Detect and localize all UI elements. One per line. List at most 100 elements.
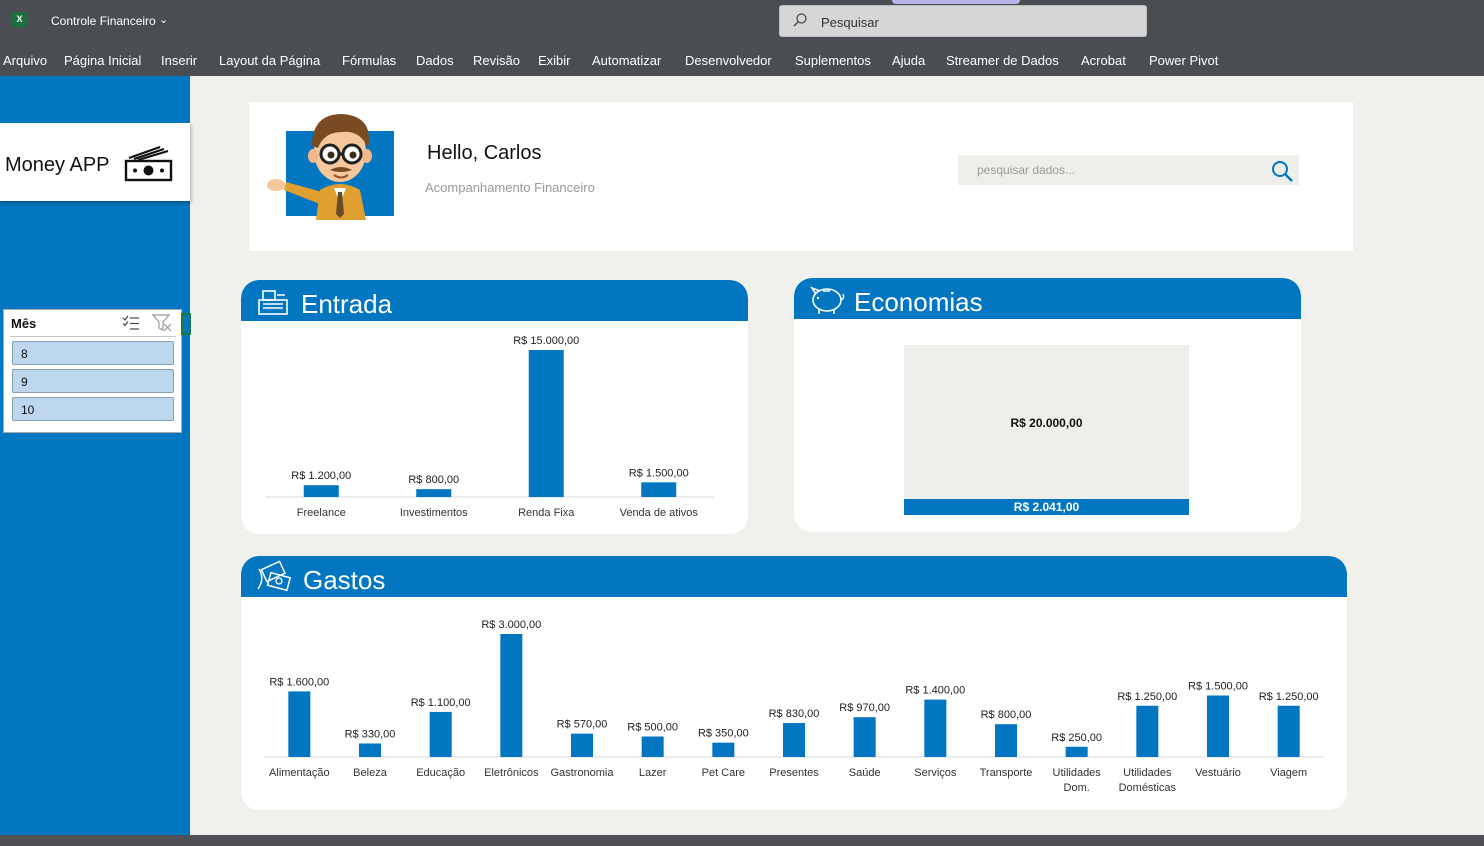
data-label: R$ 3.000,00 bbox=[481, 619, 541, 631]
data-label: R$ 1.250,00 bbox=[1259, 691, 1319, 703]
savings-current-label: R$ 2.041,00 bbox=[1013, 500, 1080, 514]
data-search-input[interactable]: pesquisar dados... bbox=[958, 155, 1299, 185]
economias-panel: Economias R$ 20.000,00 R$ 2.041,00 bbox=[794, 278, 1301, 532]
category-label: Viagem bbox=[1270, 767, 1307, 779]
tab-layout-da-pagina[interactable]: Layout da Página bbox=[219, 53, 320, 68]
clear-filter-icon[interactable] bbox=[152, 314, 172, 332]
data-label: R$ 1.500,00 bbox=[629, 467, 689, 479]
bar bbox=[416, 489, 452, 497]
data-label: R$ 970,00 bbox=[839, 702, 890, 714]
gastos-panel: Gastos R$ 1.600,00 Alimentação R$ 330,00 Be… bbox=[241, 556, 1347, 810]
search-icon bbox=[793, 13, 807, 27]
tab-acrobat[interactable]: Acrobat bbox=[1081, 53, 1126, 68]
data-label: R$ 830,00 bbox=[769, 708, 820, 720]
bar bbox=[1136, 705, 1159, 757]
tab-exibir[interactable]: Exibir bbox=[538, 53, 571, 68]
category-label: Eletrônicos bbox=[484, 767, 539, 779]
bar bbox=[1065, 746, 1088, 757]
tab-inserir[interactable]: Inserir bbox=[161, 53, 197, 68]
data-label: R$ 800,00 bbox=[408, 474, 459, 486]
economias-title: Economias bbox=[854, 287, 983, 317]
bar bbox=[303, 485, 339, 497]
copilot-accent bbox=[892, 0, 1020, 4]
tab-ajuda[interactable]: Ajuda bbox=[892, 53, 925, 68]
tab-power-pivot[interactable]: Power Pivot bbox=[1149, 53, 1218, 68]
slicer-item-10[interactable]: 10 bbox=[12, 397, 174, 421]
month-slicer: Mês 8 9 10 bbox=[3, 309, 182, 433]
tab-arquivo[interactable]: Arquivo bbox=[3, 53, 47, 68]
money-icon bbox=[124, 145, 173, 182]
category-label: Alimentação bbox=[269, 767, 330, 779]
savings-goal-chart: R$ 20.000,00 R$ 2.041,00 bbox=[904, 345, 1189, 515]
bar bbox=[641, 736, 664, 757]
category-label: Educação bbox=[416, 767, 465, 779]
data-label: R$ 1.600,00 bbox=[269, 676, 329, 688]
slicer-title: Mês bbox=[11, 316, 37, 331]
category-label: Vestuário bbox=[1195, 767, 1241, 779]
tab-revisao[interactable]: Revisão bbox=[473, 53, 520, 68]
category-label: Transporte bbox=[980, 767, 1033, 779]
entrada-chart: R$ 1.200,00 Freelance R$ 800,00 Investiment… bbox=[265, 335, 715, 519]
category-label: Utilidades bbox=[1123, 767, 1172, 779]
category-label: Gastronomia bbox=[551, 767, 615, 779]
category-label: Investimentos bbox=[400, 507, 468, 519]
app-name: Money APP bbox=[5, 154, 110, 176]
data-label: R$ 1.250,00 bbox=[1117, 691, 1177, 703]
title-bar: X Controle Financeiro ⌄ Pesquisar bbox=[0, 0, 1484, 42]
data-label: R$ 1.200,00 bbox=[291, 470, 351, 482]
tab-desenvolvedor[interactable]: Desenvolvedor bbox=[685, 53, 772, 68]
tab-formulas[interactable]: Fórmulas bbox=[342, 53, 396, 68]
category-label: Presentes bbox=[769, 767, 819, 779]
tab-pagina-inicial[interactable]: Página Inicial bbox=[64, 53, 141, 68]
search-input[interactable]: Pesquisar bbox=[779, 5, 1147, 37]
slicer-divider bbox=[10, 336, 176, 337]
search-placeholder: Pesquisar bbox=[821, 15, 879, 30]
bar bbox=[783, 722, 805, 757]
category-label: Serviços bbox=[914, 767, 957, 779]
entrada-panel: Entrada R$ 1.200,00 Freelance R$ 800,00 Inv… bbox=[241, 280, 748, 534]
slicer-item-9[interactable]: 9 bbox=[12, 369, 174, 393]
avatar bbox=[267, 114, 372, 220]
document-title[interactable]: Controle Financeiro bbox=[51, 14, 156, 28]
data-label: R$ 570,00 bbox=[557, 719, 608, 731]
greeting: Hello, Carlos bbox=[427, 142, 542, 164]
bar bbox=[924, 699, 947, 757]
data-label: R$ 1.500,00 bbox=[1188, 681, 1248, 693]
category-label: Freelance bbox=[297, 507, 346, 519]
tab-dados[interactable]: Dados bbox=[416, 53, 454, 68]
bar bbox=[571, 733, 593, 757]
category-label: Venda de ativos bbox=[620, 507, 699, 519]
category-label: Domésticas bbox=[1119, 782, 1177, 794]
cell-selection-handle[interactable] bbox=[181, 313, 191, 335]
tab-suplementos[interactable]: Suplementos bbox=[795, 53, 871, 68]
ribbon-tabs: Arquivo Página Inicial Inserir Layout da… bbox=[0, 42, 1484, 76]
bar bbox=[1207, 695, 1229, 757]
bar bbox=[528, 350, 564, 497]
category-label: Renda Fixa bbox=[518, 507, 575, 519]
bar bbox=[995, 724, 1017, 757]
gastos-chart: R$ 1.600,00 Alimentação R$ 330,00 Beleza R$ … bbox=[264, 619, 1324, 794]
category-label: Beleza bbox=[353, 767, 388, 779]
chevron-down-icon[interactable]: ⌄ bbox=[159, 13, 168, 26]
piggy-bank-icon bbox=[809, 286, 845, 314]
bar bbox=[359, 743, 381, 757]
tab-automatizar[interactable]: Automatizar bbox=[592, 53, 661, 68]
category-label: Lazer bbox=[639, 767, 667, 779]
multi-select-icon[interactable] bbox=[122, 315, 140, 331]
bar bbox=[853, 717, 876, 757]
category-label: Saúde bbox=[849, 767, 881, 779]
slicer-item-8[interactable]: 8 bbox=[12, 341, 174, 365]
data-label: R$ 330,00 bbox=[345, 728, 396, 740]
bar bbox=[500, 634, 523, 757]
data-label: R$ 800,00 bbox=[981, 709, 1032, 721]
app-logo-card[interactable]: Money APP bbox=[0, 123, 190, 201]
bar bbox=[288, 691, 311, 757]
data-label: R$ 1.400,00 bbox=[905, 685, 965, 697]
data-label: R$ 350,00 bbox=[698, 728, 749, 740]
bar bbox=[429, 711, 452, 757]
search-icon[interactable] bbox=[1270, 159, 1294, 183]
tab-streamer-de-dados[interactable]: Streamer de Dados bbox=[946, 53, 1059, 68]
data-label: R$ 15.000,00 bbox=[513, 335, 579, 347]
excel-icon[interactable]: X bbox=[12, 12, 27, 27]
status-strip bbox=[0, 835, 1484, 846]
